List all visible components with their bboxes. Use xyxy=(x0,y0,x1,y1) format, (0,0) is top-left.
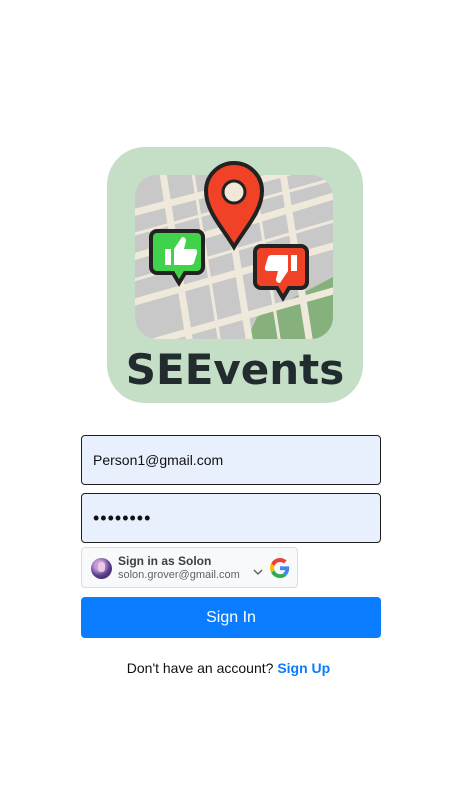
app-logo-graphic: SEEvents xyxy=(107,147,363,403)
sign-in-button[interactable]: Sign In xyxy=(81,597,381,638)
sign-up-prompt-text: Don't have an account? xyxy=(126,660,274,676)
logo-text: SEEvents xyxy=(126,345,344,394)
app-logo: SEEvents xyxy=(107,147,363,403)
google-account-title: Sign in as Solon xyxy=(118,554,212,568)
avatar xyxy=(91,558,112,579)
google-account-email: solon.grover@gmail.com xyxy=(118,569,240,581)
sign-up-prompt: Don't have an account? Sign Up xyxy=(0,660,457,676)
chevron-down-icon[interactable] xyxy=(253,568,263,576)
password-field[interactable] xyxy=(81,493,381,543)
sign-up-link[interactable]: Sign Up xyxy=(277,660,330,676)
google-sign-in-chip[interactable]: Sign in as Solon solon.grover@gmail.com xyxy=(81,547,298,588)
google-g-icon xyxy=(270,558,290,578)
email-field[interactable] xyxy=(81,435,381,485)
